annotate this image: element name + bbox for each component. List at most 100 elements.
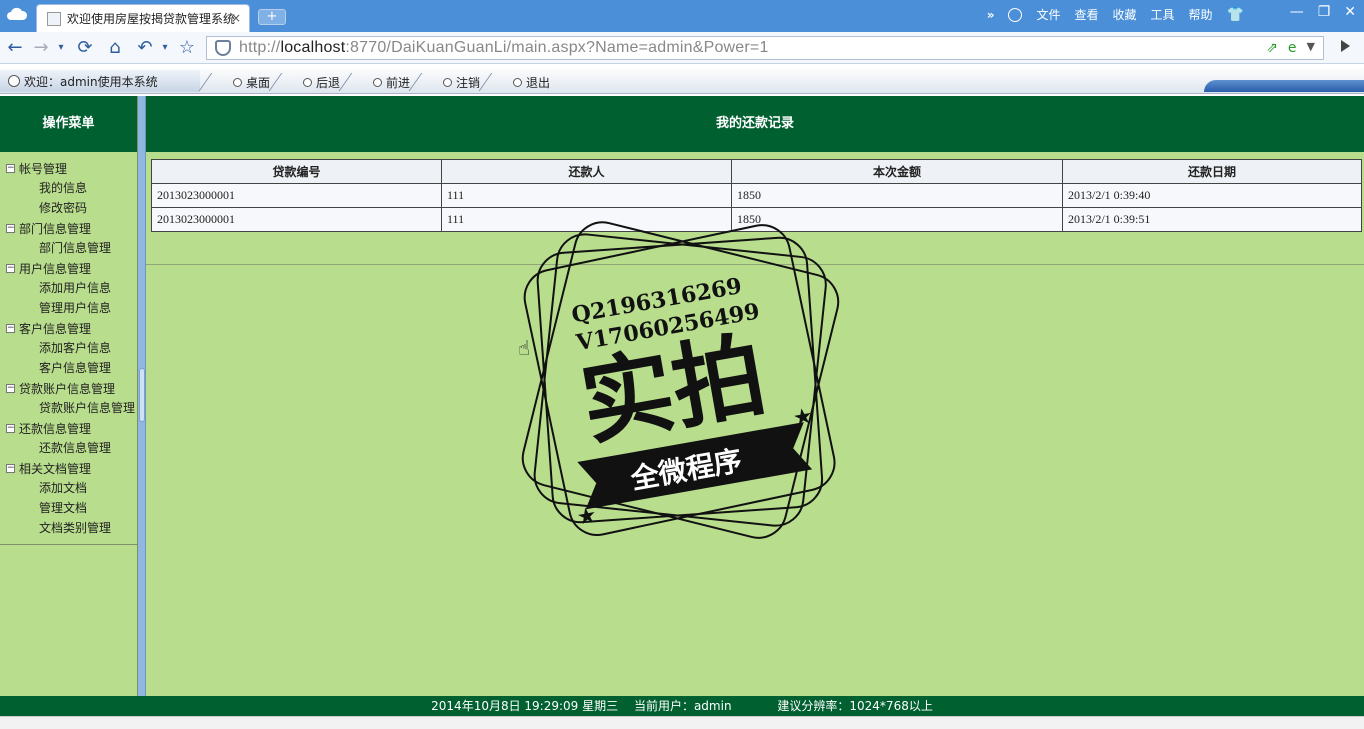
circle-bullet-icon [373, 77, 382, 87]
nav-forward[interactable]: 前进 [338, 73, 415, 91]
nav-logout[interactable]: 注销 [408, 73, 485, 91]
footer-datetime: 2014年10月8日 19:29:09 星期三 [431, 699, 619, 713]
menu-item-add-customer[interactable]: 添加客户信息 [0, 338, 137, 358]
collapse-icon[interactable]: − [6, 323, 15, 333]
footer-user: 当前用户：admin [633, 699, 732, 713]
tab-close-icon[interactable]: × [231, 11, 241, 25]
ie-compat-icon[interactable]: e [1288, 40, 1297, 56]
user-icon[interactable] [1008, 7, 1023, 22]
sidebar-splitter[interactable] [138, 96, 146, 696]
collapse-icon[interactable]: − [6, 423, 15, 433]
table-header-row: 贷款编号 还款人 本次金额 还款日期 [151, 159, 1362, 184]
favorite-star-icon[interactable]: ☆ [176, 37, 198, 59]
go-play-icon[interactable] [1341, 40, 1350, 52]
menu-item-document-category[interactable]: 文档类别管理 [0, 518, 137, 538]
menu-item-customer-manage[interactable]: 客户信息管理 [0, 358, 137, 378]
forward-arrow-icon[interactable]: → [30, 37, 52, 59]
collapse-icon[interactable]: − [6, 163, 15, 173]
menu-item-repayment-manage[interactable]: 还款信息管理 [0, 438, 137, 458]
url-dropdown-icon[interactable]: ▼ [1307, 40, 1315, 56]
cell-date: 2013/2/1 0:39:40 [1062, 183, 1362, 208]
collapse-icon[interactable]: − [6, 223, 15, 233]
browser-tab[interactable]: 欢迎使用房屋按揭贷款管理系统 × [36, 4, 250, 32]
menu-group-loan-account[interactable]: − 贷款账户信息管理 [0, 378, 137, 398]
address-bar[interactable]: http://localhost:8770/DaiKuanGuanLi/main… [206, 36, 1324, 60]
menu-help[interactable]: 帮助 [1189, 6, 1213, 23]
maximize-button[interactable]: ❐ [1318, 4, 1331, 20]
repayment-table: 贷款编号 还款人 本次金额 还款日期 2013023000001 111 185… [151, 159, 1362, 232]
menu-favorites[interactable]: 收藏 [1113, 6, 1137, 23]
security-shield-icon [215, 40, 231, 56]
refresh-icon[interactable]: ⟳ [74, 37, 96, 59]
menu-group-customer[interactable]: − 客户信息管理 [0, 318, 137, 338]
menu-view[interactable]: 查看 [1075, 6, 1099, 23]
content-divider [146, 264, 1364, 265]
splitter-grip-handle[interactable] [139, 368, 145, 422]
collapse-icon[interactable]: − [6, 463, 15, 473]
sidebar: 操作菜单 − 帐号管理 我的信息 修改密码 − 部门信息管理 部门信息管理 − 用户信… [0, 96, 138, 696]
app-toolbar: 欢迎：admin使用本系统 桌面 后退 前进 注销 退出 [0, 68, 1364, 94]
browser-statusbar [0, 716, 1364, 729]
nav-exit[interactable]: 退出 [478, 73, 555, 91]
menu-item-manage-document[interactable]: 管理文档 [0, 498, 137, 518]
circle-bullet-icon [513, 77, 522, 87]
app-nav: 桌面 后退 前进 注销 退出 [198, 73, 555, 91]
menu-item-loan-account-manage[interactable]: 贷款账户信息管理 [0, 398, 137, 418]
history-dropdown-icon[interactable]: ▾ [50, 37, 72, 59]
col-header-payer[interactable]: 还款人 [441, 159, 732, 184]
welcome-banner: 欢迎：admin使用本系统 [0, 70, 200, 92]
menu-group-account[interactable]: − 帐号管理 [0, 158, 137, 178]
circle-bullet-icon [443, 77, 452, 87]
menu-group-department[interactable]: − 部门信息管理 [0, 218, 137, 238]
decorative-bar [1204, 80, 1364, 92]
new-tab-button[interactable]: + [258, 9, 286, 25]
menu-file[interactable]: 文件 [1036, 6, 1060, 23]
table-row[interactable]: 2013023000001 111 1850 2013/2/1 0:39:51 [151, 207, 1362, 232]
welcome-text: 欢迎：admin使用本系统 [24, 74, 158, 89]
menu-group-user[interactable]: − 用户信息管理 [0, 258, 137, 278]
collapse-icon[interactable]: − [6, 383, 15, 393]
menu-item-add-user[interactable]: 添加用户信息 [0, 278, 137, 298]
menu-item-change-password[interactable]: 修改密码 [0, 198, 137, 218]
footer-resolution: 建议分辨率：1024*768以上 [777, 699, 933, 713]
share-icon[interactable]: ⇗ [1266, 40, 1278, 56]
menu-item-manage-user[interactable]: 管理用户信息 [0, 298, 137, 318]
circle-bullet-icon [233, 77, 242, 87]
main-panel: 我的还款记录 贷款编号 还款人 本次金额 还款日期 2013023000001 … [146, 96, 1364, 696]
close-window-button[interactable]: ✕ [1344, 4, 1356, 20]
back-arrow-icon[interactable]: ← [4, 37, 26, 59]
menu-group-repayment[interactable]: − 还款信息管理 [0, 418, 137, 438]
circle-bullet-icon [303, 77, 312, 87]
undo-icon[interactable]: ↶ [134, 37, 156, 59]
cloud-icon [7, 7, 28, 20]
minimize-button[interactable]: — [1290, 4, 1304, 20]
col-header-date[interactable]: 还款日期 [1062, 159, 1362, 184]
cell-payer: 111 [441, 207, 732, 232]
cell-amount: 1850 [731, 183, 1063, 208]
menu-group-documents[interactable]: − 相关文档管理 [0, 458, 137, 478]
nav-desktop[interactable]: 桌面 [198, 73, 275, 91]
table-row[interactable]: 2013023000001 111 1850 2013/2/1 0:39:40 [151, 183, 1362, 208]
menu-item-department-manage[interactable]: 部门信息管理 [0, 238, 137, 258]
cell-date: 2013/2/1 0:39:51 [1062, 207, 1362, 232]
tab-title: 欢迎使用房屋按揭贷款管理系统 [67, 12, 236, 26]
undo-dropdown-icon[interactable]: ▾ [154, 37, 176, 59]
collapse-icon[interactable]: − [6, 263, 15, 273]
col-header-amount[interactable]: 本次金额 [731, 159, 1063, 184]
menu-item-add-document[interactable]: 添加文档 [0, 478, 137, 498]
browser-titlebar: 欢迎使用房屋按揭贷款管理系统 × + » 文件 查看 收藏 工具 帮助 👕 — … [0, 0, 1364, 32]
home-icon[interactable]: ⌂ [104, 37, 126, 59]
menu-item-my-info[interactable]: 我的信息 [0, 178, 137, 198]
col-header-loan-id[interactable]: 贷款编号 [151, 159, 442, 184]
page-title: 我的还款记录 [146, 96, 1364, 152]
url-text[interactable]: http://localhost:8770/DaiKuanGuanLi/main… [239, 39, 769, 57]
menu-tools[interactable]: 工具 [1151, 6, 1175, 23]
browser-navbar: ← → ▾ ⟳ ⌂ ↶ ▾ ☆ http://localhost:8770/Da… [0, 32, 1364, 64]
browser-menu: » 文件 查看 收藏 工具 帮助 👕 [987, 6, 1244, 23]
nav-back[interactable]: 后退 [268, 73, 345, 91]
cell-loan-id: 2013023000001 [151, 183, 442, 208]
skin-shirt-icon[interactable]: 👕 [1227, 7, 1244, 23]
url-action-icons: ⇗ e ▼ [1266, 40, 1315, 56]
hand-cursor-icon: ☝ [518, 336, 531, 360]
menu-more-icon[interactable]: » [987, 8, 995, 22]
